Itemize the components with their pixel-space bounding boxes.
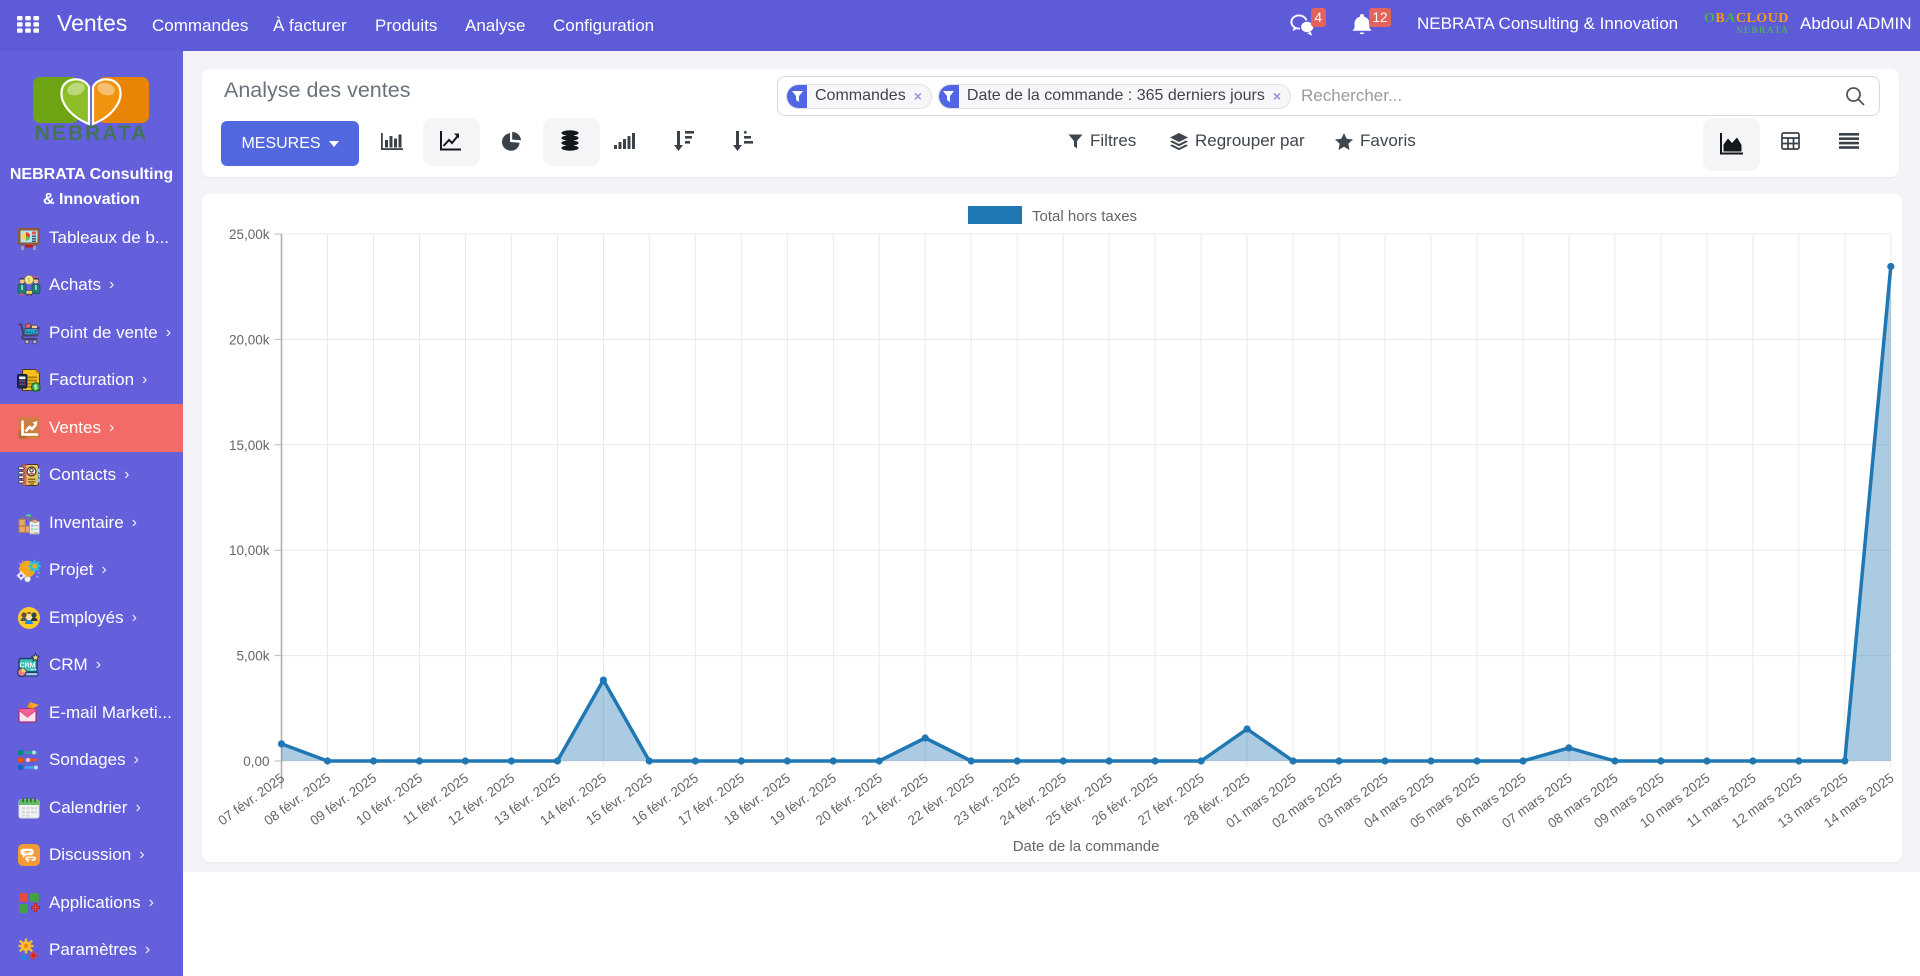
svg-text:Total hors taxes: Total hors taxes — [1032, 208, 1137, 225]
svg-text:15,00k: 15,00k — [229, 438, 270, 453]
svg-text:10,00k: 10,00k — [229, 543, 270, 558]
svg-text:Date de la commande: Date de la commande — [1013, 838, 1160, 855]
svg-text:0,00: 0,00 — [243, 754, 269, 769]
svg-text:SALE: SALE — [25, 329, 37, 334]
svg-text:25,00k: 25,00k — [229, 227, 270, 242]
svg-text:5,00k: 5,00k — [236, 649, 269, 664]
svg-text:$: $ — [27, 278, 30, 284]
svg-text:20,00k: 20,00k — [229, 332, 270, 347]
